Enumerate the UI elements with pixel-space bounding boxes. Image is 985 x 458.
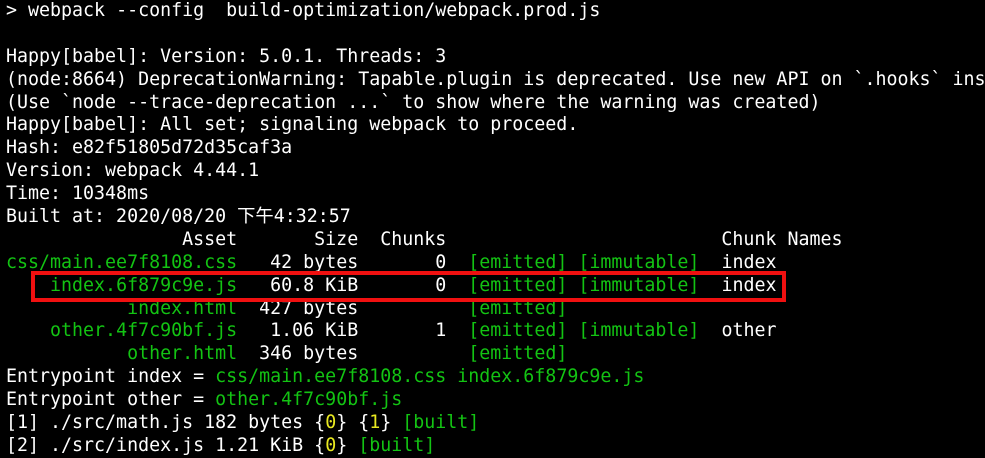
log-happy-all-set: Happy[babel]: All set; signaling webpack… [6,114,579,136]
asset-row: other.4f7c90bf.js 1.06 KiB 1 [emitted] [… [6,320,985,343]
chunk-name: index [699,251,777,273]
emitted-flag: [emitted] [468,251,568,273]
emitted-flag: [emitted] [468,343,568,365]
log-version: Version: webpack 4.44.1 [6,160,260,182]
highlight-box [31,271,786,302]
built-flag: [built] [402,412,480,434]
log-built-at: Built at: 2020/08/20 下午4:32:57 [6,206,351,228]
entrypoint-files: css/main.ee7f8108.css index.6f879c9e.js [215,366,645,388]
asset-name: other.4f7c90bf.js [50,320,238,342]
module-line: [2] ./src/index.js 1.21 KiB {0} [built] [6,434,436,456]
emitted-flag: [emitted] [468,320,568,342]
chunk-id: 0 [325,412,337,434]
entrypoint-files: other.4f7c90bf.js [215,389,403,411]
command-text: webpack --config build-optimization/webp… [28,0,601,21]
prompt-symbol: > [6,0,29,21]
log-hash: Hash: e82f51805d72d35caf3a [6,137,293,159]
asset-size-chunk: 42 bytes 0 [237,251,469,273]
asset-name: css/main.ee7f8108.css [6,251,238,273]
entrypoint-line: Entrypoint index = css/main.ee7f8108.css… [6,366,645,388]
asset-row: other.html 346 bytes [emitted] [6,343,985,366]
asset-name: other.html [127,343,238,365]
module-line: [1] ./src/math.js 182 bytes {0} {1} [bui… [6,412,480,434]
built-flag: [built] [358,434,436,456]
chunk-id: 0 [325,434,337,456]
chunk-id: 1 [369,412,381,434]
assets-table-header: Asset Size Chunks Chunk Names [6,228,843,250]
log-happy-version: Happy[babel]: Version: 5.0.1. Threads: 3 [6,45,447,67]
asset-size-chunk: 1.06 KiB 1 [237,320,469,342]
log-time: Time: 10348ms [6,183,150,205]
command-line: > webpack --config build-optimization/we… [6,0,985,23]
log-deprecation-warning: (node:8664) DeprecationWarning: Tapable.… [6,68,985,90]
chunk-name: other [699,320,777,342]
entrypoint-line: Entrypoint other = other.4f7c90bf.js [6,389,403,411]
log-trace-hint: (Use `node --trace-deprecation ...` to s… [6,91,821,113]
immutable-flag: [immutable] [578,251,700,273]
terminal-output[interactable]: > webpack --config build-optimization/we… [6,0,985,458]
immutable-flag: [immutable] [578,320,700,342]
asset-size-chunk: 346 bytes [237,343,469,365]
